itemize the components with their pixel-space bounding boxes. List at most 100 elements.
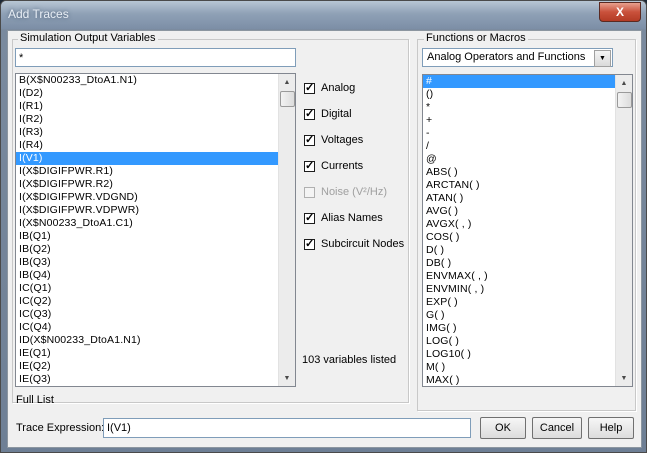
simulation-variables-items: B(X$N00233_DtoA1.N1) I(D2) I(R1) I(R2) I(R3)…	[16, 74, 278, 386]
function-list-item[interactable]: #	[423, 75, 615, 88]
variable-list-item[interactable]: IC(Q1)	[16, 282, 278, 295]
dialog-client-area: Simulation Output Variables B(X$N00233_D…	[7, 30, 642, 448]
digital-label: Digital	[321, 108, 352, 120]
variable-list-item[interactable]: IB(Q1)	[16, 230, 278, 243]
function-list-item[interactable]: LOG( )	[423, 335, 615, 348]
ok-button-label: OK	[495, 422, 511, 434]
subcircuit-nodes-checkbox-row[interactable]: ✓ Subcircuit Nodes	[304, 236, 404, 252]
function-list-item[interactable]: COS( )	[423, 231, 615, 244]
variable-list-item[interactable]: I(X$N00233_DtoA1.C1)	[16, 217, 278, 230]
function-list-item[interactable]: ABS( )	[423, 166, 615, 179]
scroll-down-icon[interactable]: ▼	[616, 370, 632, 386]
function-list-item[interactable]: MAX( )	[423, 374, 615, 386]
function-category-dropdown[interactable]: Analog Operators and Functions ▼	[422, 48, 613, 67]
close-button[interactable]: X	[599, 2, 641, 22]
function-list-item[interactable]: D( )	[423, 244, 615, 257]
noise-checkbox	[304, 186, 315, 198]
help-button[interactable]: Help	[588, 417, 634, 439]
variable-list-item[interactable]: IB(Q2)	[16, 243, 278, 256]
simulation-variables-list[interactable]: B(X$N00233_DtoA1.N1) I(D2) I(R1) I(R2) I(R3)…	[15, 73, 296, 387]
function-category-value: Analog Operators and Functions	[427, 51, 586, 63]
scroll-up-icon[interactable]: ▲	[616, 75, 632, 91]
variable-list-item[interactable]: I(R2)	[16, 113, 278, 126]
variable-count-text: 103 variables listed	[302, 354, 397, 366]
alias-names-checkbox[interactable]: ✓	[304, 211, 315, 224]
function-list-item[interactable]: *	[423, 101, 615, 114]
variable-list-item[interactable]: IC(Q3)	[16, 308, 278, 321]
variable-list-item[interactable]: I(R4)	[16, 139, 278, 152]
digital-checkbox-row[interactable]: ✓ Digital	[304, 106, 352, 122]
function-list-item[interactable]: G( )	[423, 309, 615, 322]
voltages-checkbox-row[interactable]: ✓ Voltages	[304, 132, 363, 148]
trace-expression-label: Trace Expression:	[16, 422, 105, 434]
variable-list-item[interactable]: I(X$DIGIFPWR.VDPWR)	[16, 204, 278, 217]
variables-scroll-thumb[interactable]	[280, 91, 295, 107]
scroll-down-icon[interactable]: ▼	[279, 370, 295, 386]
function-list-item[interactable]: @	[423, 153, 615, 166]
chevron-down-icon[interactable]: ▼	[594, 50, 611, 67]
variable-list-item[interactable]: IE(Q3)	[16, 373, 278, 386]
close-icon: X	[615, 5, 624, 19]
checkmark-icon: ✓	[305, 81, 315, 94]
voltages-checkbox[interactable]: ✓	[304, 133, 315, 146]
cancel-button[interactable]: Cancel	[532, 417, 582, 439]
analog-label: Analog	[321, 82, 356, 94]
checkmark-icon: ✓	[305, 133, 315, 146]
checkmark-icon: ✓	[305, 211, 315, 224]
function-list-item[interactable]: ARCTAN( )	[423, 179, 615, 192]
function-list-item[interactable]: ATAN( )	[423, 192, 615, 205]
variable-list-item[interactable]: IC(Q4)	[16, 321, 278, 334]
variable-list-item[interactable]: IB(Q3)	[16, 256, 278, 269]
functions-scroll-thumb[interactable]	[617, 92, 632, 108]
functions-items: #() * + - / @ ABS( ) ARCTAN( ) ATAN( ) AVG( ) AVGX…	[423, 75, 615, 386]
function-list-item[interactable]: -	[423, 127, 615, 140]
variable-list-item[interactable]: I(X$DIGIFPWR.VDGND)	[16, 191, 278, 204]
function-list-item[interactable]: EXP( )	[423, 296, 615, 309]
function-list-item[interactable]: ENVMAX( , )	[423, 270, 615, 283]
variable-list-item[interactable]: I(X$DIGIFPWR.R2)	[16, 178, 278, 191]
function-list-item[interactable]: ()	[423, 88, 615, 101]
function-list-item[interactable]: ENVMIN( , )	[423, 283, 615, 296]
help-button-label: Help	[599, 422, 623, 434]
variable-list-item[interactable]: B(X$N00233_DtoA1.N1)	[16, 74, 278, 87]
variable-list-item[interactable]: I(R3)	[16, 126, 278, 139]
ok-button[interactable]: OK	[480, 417, 526, 439]
currents-checkbox-row[interactable]: ✓ Currents	[304, 158, 363, 174]
currents-label: Currents	[321, 160, 364, 172]
trace-expression-input[interactable]	[103, 418, 471, 438]
variable-list-item[interactable]: I(D2)	[16, 87, 278, 100]
variables-scrollbar[interactable]: ▲ ▼	[278, 74, 295, 386]
alias-names-checkbox-row[interactable]: ✓ Alias Names	[304, 210, 383, 226]
function-list-item[interactable]: DB( )	[423, 257, 615, 270]
subcircuit-nodes-checkbox[interactable]: ✓	[304, 237, 315, 250]
function-list-item[interactable]: M( )	[423, 361, 615, 374]
function-list-item[interactable]: +	[423, 114, 615, 127]
digital-checkbox[interactable]: ✓	[304, 108, 315, 120]
variable-filter-input[interactable]	[15, 48, 296, 67]
variable-list-item[interactable]: I(V1)	[16, 152, 278, 165]
variable-list-item[interactable]: IE(Q2)	[16, 360, 278, 373]
function-list-item[interactable]: /	[423, 140, 615, 153]
variable-list-item[interactable]: IE(Q1)	[16, 347, 278, 360]
checkmark-icon: ✓	[305, 237, 315, 250]
analog-checkbox[interactable]: ✓	[304, 81, 315, 94]
variable-list-item[interactable]: ID(X$N00233_DtoA1.N1)	[16, 334, 278, 347]
variable-list-item[interactable]: IC(Q2)	[16, 295, 278, 308]
add-traces-dialog: Add Traces X Simulation Output Variables…	[0, 0, 647, 453]
variable-list-item[interactable]: IB(Q4)	[16, 269, 278, 282]
analog-checkbox-row[interactable]: ✓ Analog	[304, 80, 355, 96]
function-list-item[interactable]: LOG10( )	[423, 348, 615, 361]
full-list-label: Full List	[16, 394, 54, 406]
title-bar[interactable]: Add Traces X	[1, 1, 646, 29]
currents-checkbox[interactable]: ✓	[304, 159, 315, 172]
function-list-item[interactable]: AVG( )	[423, 205, 615, 218]
variable-list-item[interactable]: I(R1)	[16, 100, 278, 113]
functions-list[interactable]: #() * + - / @ ABS( ) ARCTAN( ) ATAN( ) AVG( ) AVGX…	[422, 74, 633, 387]
scroll-up-icon[interactable]: ▲	[279, 74, 295, 90]
function-list-item[interactable]: AVGX( , )	[423, 218, 615, 231]
function-list-item[interactable]: IMG( )	[423, 322, 615, 335]
variable-list-item[interactable]: I(X$DIGIFPWR.R1)	[16, 165, 278, 178]
simulation-output-variables-label: Simulation Output Variables	[18, 32, 158, 44]
checkmark-icon: ✓	[305, 159, 315, 172]
functions-scrollbar[interactable]: ▲ ▼	[615, 75, 632, 386]
